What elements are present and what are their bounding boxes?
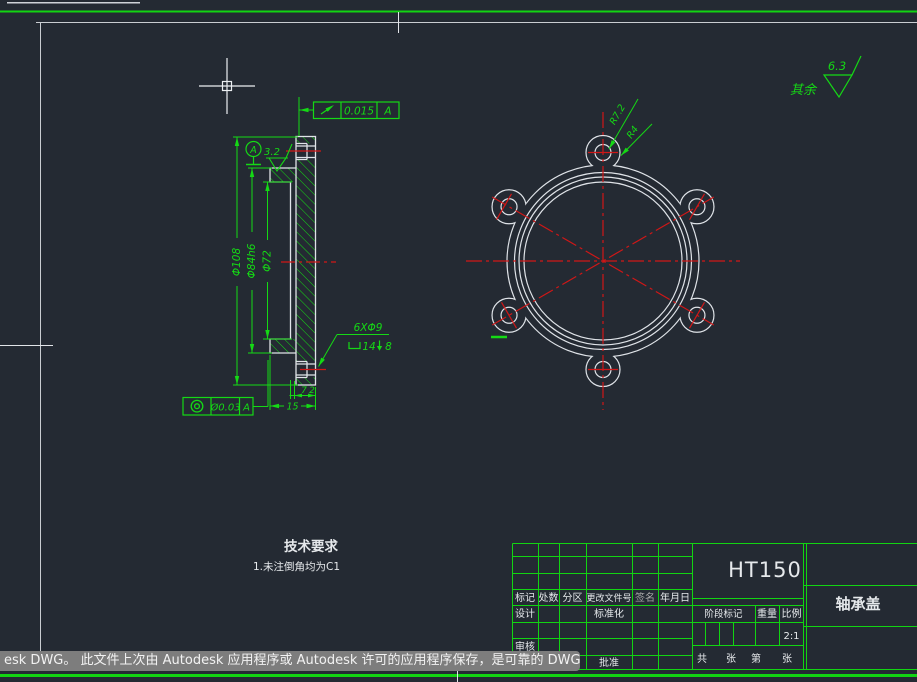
svg-text:A: A: [383, 106, 391, 118]
section-hatch: [270, 136, 316, 385]
field-stage: 阶段标记: [704, 608, 743, 620]
front-view[interactable]: R7.2 R4: [466, 98, 740, 410]
svg-text:0.015: 0.015: [344, 106, 374, 118]
field-scale: 比例: [782, 607, 802, 620]
lobe-radius-label: R7.2: [608, 103, 628, 127]
rev-header-date: 年月日: [660, 591, 690, 604]
field-sheet: 张: [726, 653, 736, 665]
depth-icon: [376, 340, 383, 351]
svg-text:14: 14: [362, 341, 375, 353]
general-roughness-note[interactable]: 其余 6.3: [790, 55, 862, 99]
svg-text:A: A: [249, 145, 257, 156]
qiyu-label: 其余: [790, 82, 818, 98]
rev-header-sign: 签名: [635, 591, 655, 604]
trusted-dwg-status-message: esk DWG。 此文件上次由 Autodesk 应用程序或 Autodesk …: [0, 651, 580, 671]
concentricity-icon: [190, 399, 204, 413]
dim-width-plate: 7: [301, 386, 307, 396]
circular-runout-icon: [320, 105, 334, 115]
fcf-coaxiality: Ø0.03 A: [182, 360, 269, 416]
fcf-runout: 0.015 A: [298, 97, 400, 136]
rev-header-count: 处数: [539, 591, 559, 604]
dim-width-step: 2: [309, 386, 315, 396]
svg-text:A: A: [242, 403, 250, 414]
front-radius-labels: R7.2 R4: [608, 98, 653, 156]
technical-requirements: 技术要求 1.未注倒角均为C1: [253, 538, 340, 573]
field-sheet2: 张: [782, 653, 792, 665]
material-label: HT150: [728, 558, 802, 582]
dim-recess-dia: Φ72: [262, 250, 274, 272]
dim-width-total: 15: [286, 402, 298, 413]
field-weight: 重量: [757, 607, 777, 620]
rev-header-docno: 更改文件号: [586, 592, 631, 604]
dim-spigot-dia: Φ84h6: [246, 243, 258, 278]
datum-a-symbol: A: [245, 140, 262, 166]
dim-outer-dia: Φ108: [231, 248, 243, 277]
role-standardization: 标准化: [594, 607, 624, 620]
hole-callout: 6XΦ9 14 8: [318, 322, 392, 367]
counterbore-icon: [348, 342, 361, 350]
roughness-value: 6.3: [828, 59, 846, 73]
svg-text:Ø0.03: Ø0.03: [209, 402, 240, 414]
rev-header-zone: 分区: [563, 592, 583, 604]
tech-req-title: 技术要求: [284, 538, 338, 555]
scale-value: 2:1: [783, 631, 799, 642]
role-approve: 批准: [599, 656, 619, 669]
status-text: esk DWG。 此文件上次由 Autodesk 应用程序或 Autodesk …: [4, 653, 580, 668]
field-total: 共: [697, 653, 707, 665]
surface-roughness-3-2: 3.2: [264, 143, 293, 173]
tech-req-item: 1.未注倒角均为C1: [253, 560, 340, 573]
svg-text:6XΦ9: 6XΦ9: [354, 322, 383, 334]
svg-text:8: 8: [385, 341, 392, 353]
rev-header-mark: 标记: [515, 592, 535, 604]
autocad-canvas[interactable]: 其余 6.3 Φ108 Φ84h6 Φ72 15 7 2 A 3.2 0.015…: [0, 0, 917, 682]
crosshair-cursor[interactable]: [199, 58, 255, 114]
role-design: 设计: [515, 607, 535, 620]
field-no: 第: [751, 652, 761, 665]
part-name-label: 轴承盖: [835, 595, 880, 613]
fillet-radius-label: R4: [625, 124, 641, 141]
side-section-view[interactable]: Φ108 Φ84h6 Φ72 15 7 2 A 3.2 0.015 A Ø0.0…: [182, 97, 400, 416]
svg-text:3.2: 3.2: [264, 147, 280, 158]
drawing-svg: 其余 6.3 Φ108 Φ84h6 Φ72 15 7 2 A 3.2 0.015…: [0, 1, 917, 682]
